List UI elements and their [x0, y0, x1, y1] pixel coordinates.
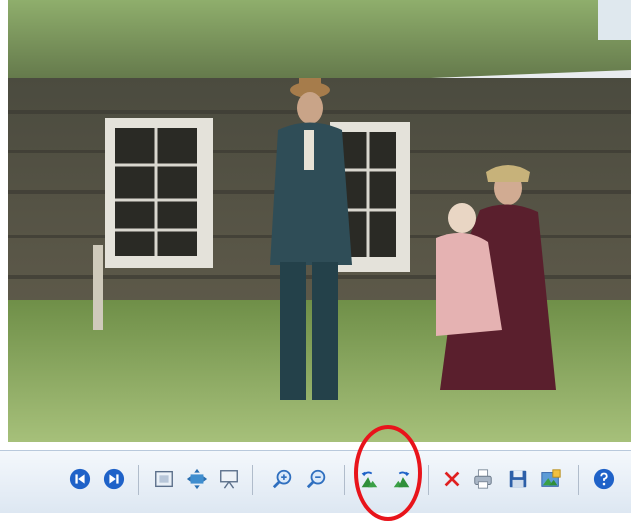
print-button[interactable]	[470, 466, 496, 492]
toolbar-separator	[428, 465, 429, 495]
previous-icon	[69, 468, 91, 490]
toolbar-separator	[344, 465, 345, 495]
slideshow-icon	[220, 470, 238, 489]
next-icon	[103, 468, 125, 490]
toolbar-separator	[138, 465, 139, 495]
rotate-clockwise-button[interactable]	[389, 466, 415, 492]
fit-to-window-button[interactable]	[184, 466, 210, 492]
actual-size-icon	[155, 470, 173, 488]
open-in-editor-icon	[541, 469, 561, 487]
help-icon	[593, 468, 615, 490]
previous-button[interactable]	[67, 466, 93, 492]
save-icon	[509, 470, 527, 488]
help-button[interactable]	[591, 466, 617, 492]
next-button[interactable]	[101, 466, 127, 492]
photo-image	[8, 0, 631, 442]
delete-button[interactable]	[439, 466, 465, 492]
fit-to-window-icon	[186, 468, 208, 490]
toolbar-separator	[578, 465, 579, 495]
zoom-in-button[interactable]	[270, 466, 296, 492]
viewer-toolbar	[0, 450, 631, 513]
actual-size-button[interactable]	[151, 466, 177, 492]
toolbar-separator	[252, 465, 253, 495]
save-button[interactable]	[505, 466, 531, 492]
zoom-in-icon	[272, 469, 292, 489]
slideshow-button[interactable]	[216, 466, 242, 492]
zoom-out-button[interactable]	[304, 466, 330, 492]
rotate-clockwise-icon	[392, 471, 412, 488]
print-icon	[474, 469, 492, 489]
delete-icon	[444, 471, 460, 487]
rotate-counterclockwise-icon	[359, 471, 379, 488]
rotate-counterclockwise-button[interactable]	[356, 466, 382, 492]
open-in-editor-button[interactable]	[538, 466, 564, 492]
zoom-out-icon	[306, 469, 326, 489]
